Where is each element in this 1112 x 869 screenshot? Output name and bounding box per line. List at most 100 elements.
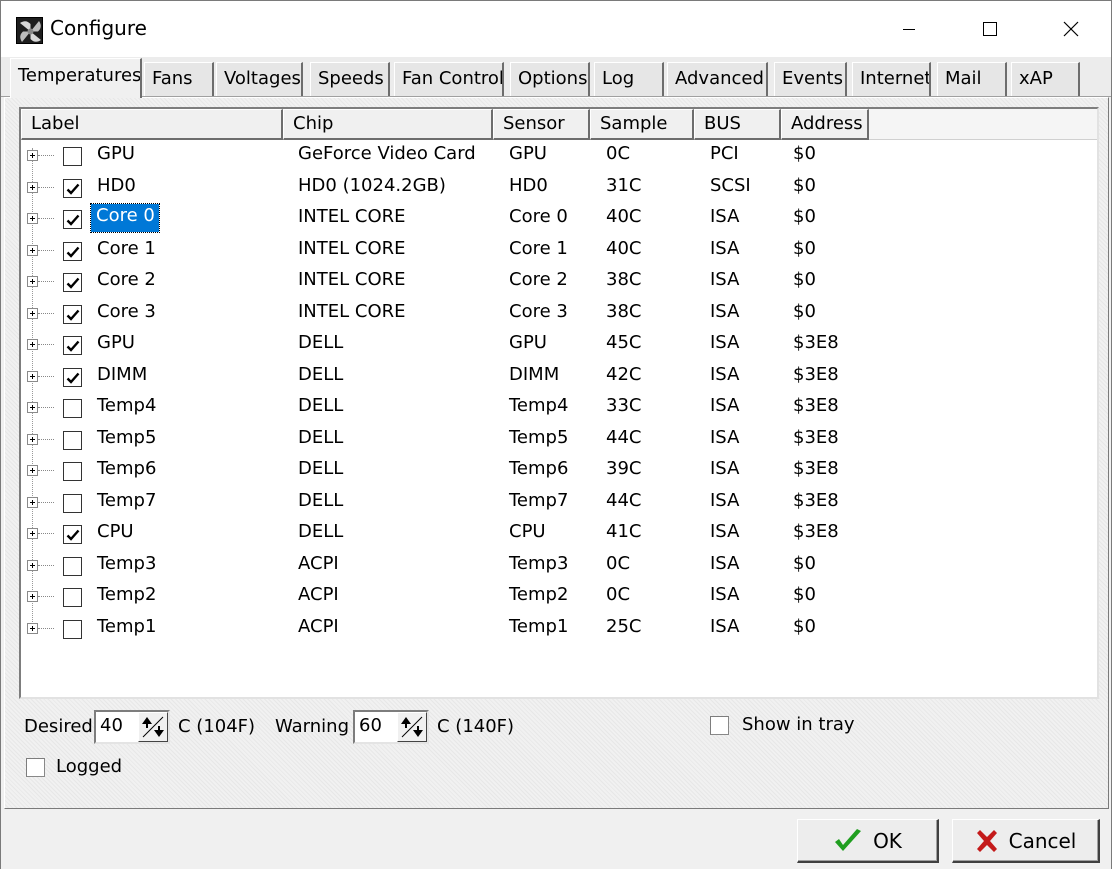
cancel-button[interactable]: Cancel <box>952 819 1100 863</box>
column-header-sample[interactable]: Sample <box>590 109 694 140</box>
tab-xap[interactable]: xAP <box>1011 62 1080 96</box>
table-row[interactable]: HD0 HD0 (1024.2GB) HD0 31C SCSI $0 <box>21 173 1097 204</box>
column-header-address[interactable]: Address <box>781 109 869 140</box>
row-checkbox[interactable] <box>63 430 82 450</box>
minimize-button[interactable] <box>873 1 945 57</box>
cell-label[interactable]: DIMM <box>97 364 147 385</box>
cell-label[interactable]: Temp3 <box>97 553 156 574</box>
expand-plus-icon[interactable] <box>27 307 38 319</box>
table-row[interactable]: Temp3 ACPI Temp3 0C ISA $0 <box>21 551 1097 582</box>
warning-spinner[interactable]: 60 <box>353 710 429 744</box>
cell-label[interactable]: GPU <box>97 332 135 353</box>
desired-spinner[interactable]: 40 <box>94 710 170 744</box>
table-row[interactable]: Core 0 INTEL CORE Core 0 40C ISA $0 <box>21 203 1097 235</box>
tab-voltages[interactable]: Voltages <box>216 62 303 96</box>
tab-fans[interactable]: Fans <box>144 62 214 96</box>
expand-plus-icon[interactable] <box>27 339 38 350</box>
column-header-label[interactable]: Label <box>21 109 283 140</box>
row-checkbox[interactable] <box>63 367 82 387</box>
column-header-chip[interactable]: Chip <box>283 109 493 140</box>
row-checkbox[interactable] <box>63 304 82 324</box>
expand-plus-icon[interactable] <box>27 181 38 193</box>
table-row[interactable]: GPU DELL GPU 45C ISA $3E8 <box>21 330 1097 361</box>
expand-plus-icon[interactable] <box>27 528 38 539</box>
expand-plus-icon[interactable] <box>27 150 38 161</box>
expand-plus-icon[interactable] <box>27 591 38 602</box>
cell-label[interactable]: Temp1 <box>97 616 156 637</box>
expand-plus-icon[interactable] <box>27 213 38 224</box>
table-row[interactable]: Temp4 DELL Temp4 33C ISA $3E8 <box>21 393 1097 424</box>
desired-spin-button[interactable] <box>138 712 168 742</box>
cell-label[interactable]: Core 0 <box>90 203 160 233</box>
row-checkbox[interactable] <box>63 462 82 481</box>
tab-options[interactable]: Options <box>510 62 590 96</box>
cell-label[interactable]: Temp6 <box>97 458 156 479</box>
show-in-tray-checkbox[interactable] <box>710 716 729 735</box>
column-header-bus[interactable]: BUS <box>694 109 781 140</box>
row-checkbox[interactable] <box>63 493 82 513</box>
close-button[interactable] <box>1035 1 1107 57</box>
tab-log[interactable]: Log <box>594 62 664 96</box>
row-checkbox[interactable] <box>63 556 82 576</box>
table-row[interactable]: Temp1 ACPI Temp1 25C ISA $0 <box>21 614 1097 645</box>
table-row[interactable]: Temp7 DELL Temp7 44C ISA $3E8 <box>21 488 1097 519</box>
cell-label[interactable]: Core 2 <box>97 269 156 290</box>
row-checkbox[interactable] <box>63 178 82 198</box>
tab-temperatures[interactable]: Temperatures <box>10 58 142 98</box>
warning-value[interactable]: 60 <box>359 715 382 736</box>
cell-label[interactable]: Core 3 <box>97 301 156 322</box>
show-in-tray-label[interactable]: Show in tray <box>742 714 855 735</box>
cell-bus: SCSI <box>710 174 751 196</box>
tab-advanced[interactable]: Advanced <box>667 62 768 96</box>
row-checkbox[interactable] <box>63 210 82 229</box>
desired-value[interactable]: 40 <box>100 715 123 736</box>
logged-checkbox[interactable] <box>26 758 45 777</box>
table-row[interactable]: Core 3 INTEL CORE Core 3 38C ISA $0 <box>21 299 1097 330</box>
cell-label[interactable]: Temp4 <box>97 395 156 416</box>
list-header: Label Chip Sensor Sample BUS Address <box>21 109 1097 140</box>
expand-plus-icon[interactable] <box>27 244 38 256</box>
table-row[interactable]: Temp5 DELL Temp5 44C ISA $3E8 <box>21 425 1097 456</box>
tab-fan-control[interactable]: Fan Control <box>394 62 504 96</box>
tab-mail[interactable]: Mail <box>937 62 1007 96</box>
row-checkbox[interactable] <box>63 399 82 418</box>
tab-internet[interactable]: Internet <box>852 62 931 96</box>
sensor-list[interactable]: Label Chip Sensor Sample BUS Address GPU… <box>19 107 1099 699</box>
row-checkbox[interactable] <box>63 619 82 639</box>
expand-plus-icon[interactable] <box>27 622 38 634</box>
row-checkbox[interactable] <box>63 525 82 544</box>
cell-label[interactable]: GPU <box>97 143 135 164</box>
cell-label[interactable]: HD0 <box>97 175 136 196</box>
logged-label[interactable]: Logged <box>56 756 122 777</box>
cell-label[interactable]: Temp2 <box>97 584 156 605</box>
tab-events[interactable]: Events <box>774 62 847 96</box>
row-checkbox[interactable] <box>63 273 82 292</box>
cell-label[interactable]: Core 1 <box>97 238 156 259</box>
cell-label[interactable]: Temp5 <box>97 427 156 448</box>
expand-plus-icon[interactable] <box>27 370 38 382</box>
row-checkbox[interactable] <box>63 336 82 355</box>
expand-plus-icon[interactable] <box>27 402 38 413</box>
cell-label[interactable]: CPU <box>97 521 134 542</box>
expand-plus-icon[interactable] <box>27 465 38 476</box>
warning-spin-button[interactable] <box>397 712 427 742</box>
cell-label[interactable]: Temp7 <box>97 490 156 511</box>
table-row[interactable]: Core 2 INTEL CORE Core 2 38C ISA $0 <box>21 267 1097 298</box>
column-header-sensor[interactable]: Sensor <box>493 109 590 140</box>
tab-speeds[interactable]: Speeds <box>310 62 390 96</box>
table-row[interactable]: Temp6 DELL Temp6 39C ISA $3E8 <box>21 456 1097 487</box>
row-checkbox[interactable] <box>63 241 82 261</box>
row-checkbox[interactable] <box>63 147 82 166</box>
expand-plus-icon[interactable] <box>27 433 38 445</box>
expand-plus-icon[interactable] <box>27 276 38 287</box>
table-row[interactable]: GPU GeForce Video Card GPU 0C PCI $0 <box>21 141 1097 172</box>
table-row[interactable]: DIMM DELL DIMM 42C ISA $3E8 <box>21 362 1097 393</box>
maximize-button[interactable] <box>954 1 1026 57</box>
table-row[interactable]: Core 1 INTEL CORE Core 1 40C ISA $0 <box>21 236 1097 267</box>
row-checkbox[interactable] <box>63 588 82 607</box>
expand-plus-icon[interactable] <box>27 559 38 571</box>
table-row[interactable]: Temp2 ACPI Temp2 0C ISA $0 <box>21 582 1097 613</box>
ok-button[interactable]: OK <box>797 819 939 863</box>
table-row[interactable]: CPU DELL CPU 41C ISA $3E8 <box>21 519 1097 550</box>
expand-plus-icon[interactable] <box>27 496 38 508</box>
